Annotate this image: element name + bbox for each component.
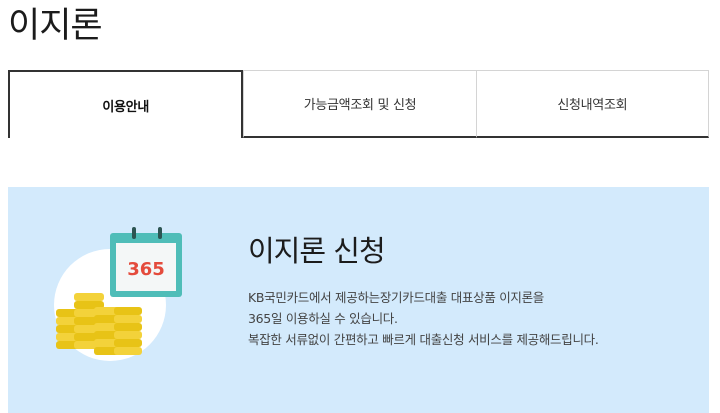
promo-banner: 365 이지론 신청 KB국민카드에서 제공하는장기카드대출 대표상품 이지론을… (8, 187, 709, 413)
banner-title: 이지론 신청 (248, 234, 386, 268)
calendar-coins-illustration: 365 (54, 227, 182, 361)
tab-limit-inquiry-apply[interactable]: 가능금액조회 및 신청 (243, 70, 476, 138)
banner-description-line: 복잡한 서류없이 간편하고 빠르게 대출신청 서비스를 제공해드립니다. (248, 332, 599, 347)
banner-description-line: 365일 이용하실 수 있습니다. (248, 311, 398, 326)
calendar-number: 365 (127, 259, 165, 280)
tab-bar: 이용안내 가능금액조회 및 신청 신청내역조회 (8, 70, 709, 138)
banner-description-line: KB국민카드에서 제공하는장기카드대출 대표상품 이지론을 (248, 290, 544, 305)
page-title: 이지론 (8, 6, 103, 46)
calendar-icon: 365 (110, 227, 182, 297)
tab-usage-guide[interactable]: 이용안내 (8, 70, 244, 138)
tab-application-history[interactable]: 신청내역조회 (475, 70, 709, 138)
banner-description: KB국민카드에서 제공하는장기카드대출 대표상품 이지론을 365일 이용하실 … (248, 287, 599, 350)
